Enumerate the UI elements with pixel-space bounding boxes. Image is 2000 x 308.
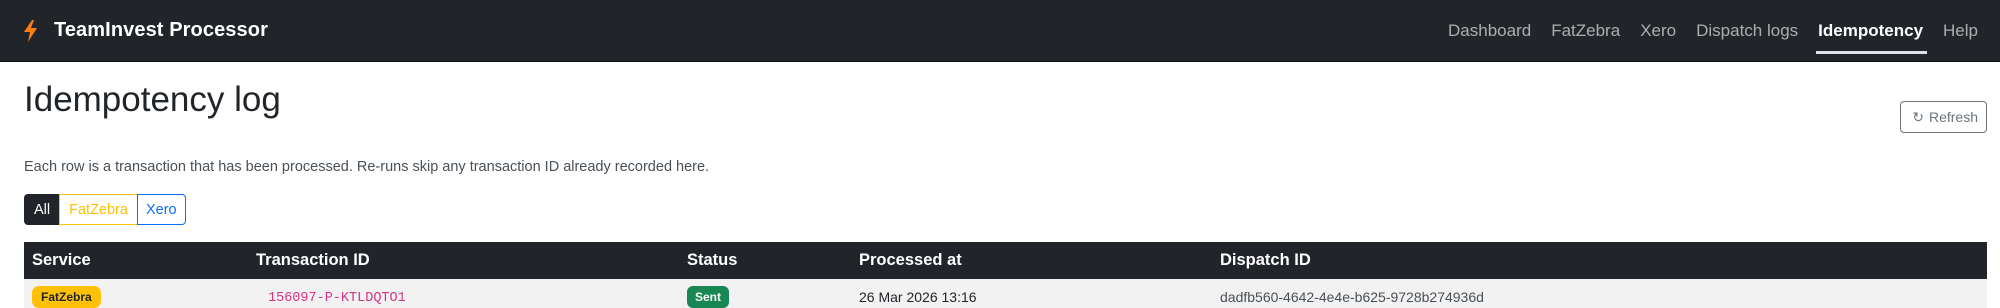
service-filter-group: All FatZebra Xero — [24, 194, 186, 225]
filter-xero-button[interactable]: Xero — [136, 194, 186, 225]
page-title: Idempotency log — [24, 80, 281, 119]
idempotency-table: Service Transaction ID Status Processed … — [24, 242, 1987, 308]
header-service[interactable]: Service — [24, 242, 248, 279]
refresh-button-label: Refresh — [1928, 109, 1978, 125]
brand-name: TeamInvest Processor — [54, 19, 268, 41]
nav-link-fatzebra[interactable]: FatZebra — [1541, 0, 1630, 62]
cell-status: Sent — [679, 279, 851, 308]
transaction-id: 156097-P-KTLDQTO1 — [268, 291, 406, 307]
nav-link-idempotency[interactable]: Idempotency — [1808, 0, 1933, 62]
nav-link-dispatch-logs[interactable]: Dispatch logs — [1686, 0, 1808, 62]
status-badge: Sent — [687, 286, 730, 308]
main-content: Idempotency log ↻ Refresh Each row is a … — [0, 80, 2000, 308]
nav-link-dashboard[interactable]: Dashboard — [1438, 0, 1541, 62]
header-processed-at[interactable]: Processed at — [851, 242, 1212, 279]
nav-links: Dashboard FatZebra Xero Dispatch logs Id… — [1438, 0, 1978, 62]
header-transaction-id[interactable]: Transaction ID — [248, 242, 679, 279]
cell-transaction-id: 156097-P-KTLDQTO1 — [248, 279, 679, 308]
refresh-button[interactable]: ↻ Refresh — [1900, 101, 1987, 133]
cell-dispatch-id: dadfb560-4642-4e4e-b625-9728b274936d — [1220, 289, 1484, 306]
title-row: Idempotency log ↻ Refresh — [24, 80, 1987, 133]
filter-all-button[interactable]: All — [24, 194, 61, 225]
refresh-icon: ↻ — [1912, 109, 1924, 125]
brand[interactable]: TeamInvest Processor — [22, 19, 268, 42]
nav-link-help[interactable]: Help — [1933, 0, 1978, 62]
service-badge: FatZebra — [32, 286, 101, 308]
table-header-row: Service Transaction ID Status Processed … — [24, 242, 1987, 279]
table-row: FatZebra 156097-P-KTLDQTO1 Sent 26 Mar 2… — [24, 279, 1987, 308]
page-description: Each row is a transaction that has been … — [24, 159, 710, 175]
cell-processed-at: 26 Mar 2026 13:16 — [859, 289, 977, 306]
bolt-icon — [22, 19, 40, 42]
header-status[interactable]: Status — [679, 242, 851, 279]
header-dispatch-id[interactable]: Dispatch ID — [1212, 242, 1987, 279]
nav-link-xero[interactable]: Xero — [1630, 0, 1686, 62]
cell-service: FatZebra — [24, 279, 248, 308]
filter-fatzebra-button[interactable]: FatZebra — [59, 194, 138, 225]
top-navbar: TeamInvest Processor Dashboard FatZebra … — [0, 0, 2000, 62]
